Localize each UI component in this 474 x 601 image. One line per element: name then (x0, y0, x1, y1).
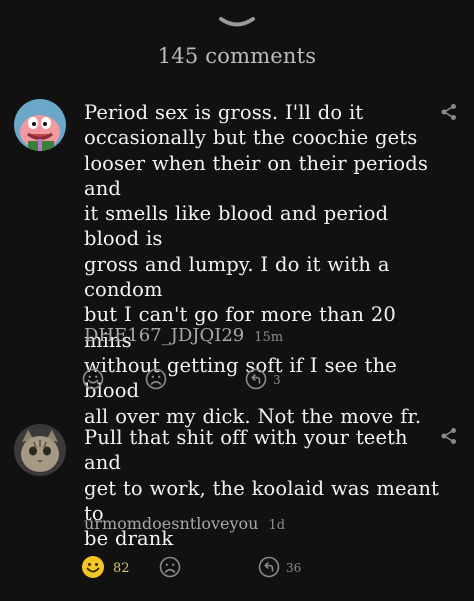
comment-line: it smells like blood and period blood is (84, 202, 389, 251)
chevron-down-icon[interactable] (217, 14, 257, 32)
username[interactable]: urmomdoesntloveyou (84, 514, 258, 533)
smile-icon[interactable] (82, 368, 104, 390)
frown-icon[interactable] (159, 556, 181, 578)
reply-count: 3 (273, 373, 281, 387)
avatar[interactable] (14, 424, 66, 476)
avatar[interactable] (14, 99, 66, 151)
comment-line: Period sex is gross. I'll do it (84, 101, 364, 124)
comment-line: looser when their on their periods and (84, 151, 428, 200)
comments-sheet: 145 comments Period sex is gross. I'll d… (0, 0, 474, 601)
timestamp: 1d (268, 518, 286, 533)
smile-icon[interactable] (81, 555, 105, 579)
like-count: 82 (113, 561, 130, 576)
share-icon[interactable] (440, 427, 458, 445)
share-icon[interactable] (440, 103, 458, 121)
reply-icon[interactable] (245, 368, 267, 390)
comment-meta: DHE167_JDJQI29 15m (84, 325, 283, 346)
reply-count: 36 (286, 561, 302, 575)
reply-icon[interactable] (258, 556, 280, 578)
comment-meta: urmomdoesntloveyou 1d (84, 514, 285, 533)
username[interactable]: DHE167_JDJQI29 (84, 325, 244, 346)
comment-line: occasionally but the coochie gets (84, 126, 418, 150)
comment-line: Pull that shit off with your teeth and (84, 426, 408, 475)
comments-count: 145 comments (157, 44, 317, 68)
timestamp: 15m (254, 330, 284, 345)
frown-icon[interactable] (145, 368, 167, 390)
comment-line: gross and lumpy. I do it with a condom (84, 252, 390, 302)
